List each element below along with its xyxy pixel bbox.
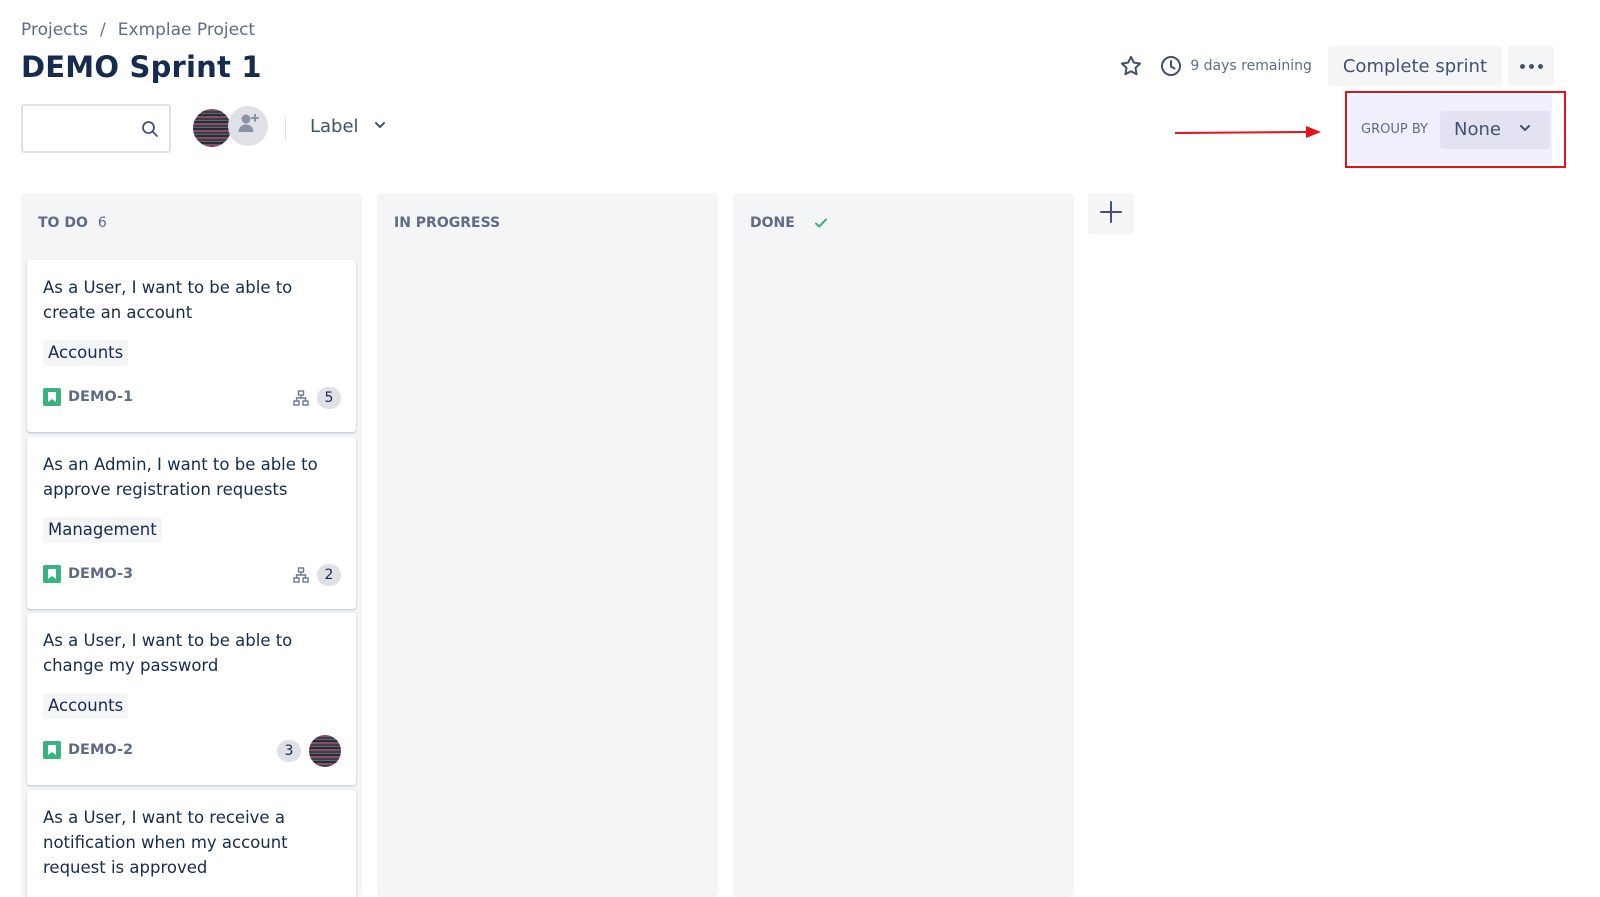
add-people-button[interactable] [228,106,268,146]
group-by-control: GROUP BY None [1349,95,1552,164]
column-header: TO DO 6 [38,215,107,231]
subtask-count: 2 [317,564,341,586]
subtask-icon [293,567,309,583]
sprint-actions: 9 days remaining Complete sprint [1118,46,1554,86]
column-title: IN PROGRESS [394,215,501,231]
card-meta: 5 [293,387,341,409]
search-input[interactable] [23,106,133,151]
subtask-count: 5 [317,387,341,409]
column-title: TO DO [38,215,88,231]
group-by-label: GROUP BY [1361,122,1428,137]
issue-card[interactable]: As a User, I want to be able to create a… [27,260,356,432]
chevron-down-icon [1518,119,1532,140]
story-icon [43,741,61,759]
issue-label: Management [43,517,162,543]
issue-card[interactable]: As a User, I want to receive a notificat… [27,790,356,897]
label-filter-dropdown[interactable]: Label [310,116,387,137]
add-user-icon [235,111,261,141]
label-filter-text: Label [310,116,359,137]
breadcrumb-separator: / [100,20,106,40]
issue-count: 6 [97,215,107,231]
subtask-icon [293,390,309,406]
column-done: DONE [733,193,1074,897]
star-icon[interactable] [1118,53,1144,79]
issue-summary: As a User, I want to be able to change m… [43,631,293,675]
annotation-arrow [1174,122,1324,142]
column-header: DONE [750,215,829,231]
column-title: DONE [750,215,795,231]
issue-key: DEMO-2 [43,741,133,759]
breadcrumb-project-link[interactable]: Exmplae Project [118,20,255,40]
days-remaining: 9 days remaining [1190,58,1312,74]
toolbar-divider [285,118,286,140]
issue-label: Accounts [43,340,129,366]
issue-summary: As a User, I want to be able to create a… [43,278,293,322]
column-todo: TO DO 6 As a User, I want to be able to … [21,193,362,897]
chevron-down-icon [373,116,387,137]
issue-key: DEMO-3 [43,565,133,583]
user-avatar-filter[interactable] [191,107,233,149]
breadcrumb-projects-link[interactable]: Projects [21,20,88,40]
issue-card[interactable]: As an Admin, I want to be able to approv… [27,437,356,609]
group-by-select[interactable]: None [1439,110,1550,149]
plus-icon [1099,200,1123,227]
issue-summary: As an Admin, I want to be able to approv… [43,455,318,499]
story-icon [43,565,61,583]
search-icon[interactable] [141,120,159,138]
issue-card[interactable]: As a User, I want to be able to change m… [27,613,356,785]
clock-icon [1160,55,1182,77]
issue-key-text: DEMO-3 [68,566,134,582]
more-actions-button[interactable] [1508,46,1554,86]
card-meta: 2 [293,564,341,586]
story-icon [43,388,61,406]
issue-key-text: DEMO-1 [68,389,134,405]
more-horizontal-icon [1519,63,1525,69]
story-points-badge: 3 [277,740,301,762]
issue-summary: As a User, I want to receive a notificat… [43,808,288,877]
search-box [21,104,171,153]
check-icon [813,215,829,231]
column-in-progress: IN PROGRESS [377,193,718,897]
page-title: DEMO Sprint 1 [21,50,262,84]
card-meta: 3 [277,735,341,767]
assignee-avatar[interactable] [309,735,341,767]
group-by-value: None [1453,119,1501,140]
issue-key: DEMO-1 [43,388,133,406]
breadcrumb: Projects / Exmplae Project [21,20,255,40]
complete-sprint-button[interactable]: Complete sprint [1327,46,1502,86]
issue-label: Accounts [43,693,129,719]
issue-key-text: DEMO-2 [68,742,134,758]
add-column-button[interactable] [1088,193,1134,234]
column-header: IN PROGRESS [394,215,500,231]
